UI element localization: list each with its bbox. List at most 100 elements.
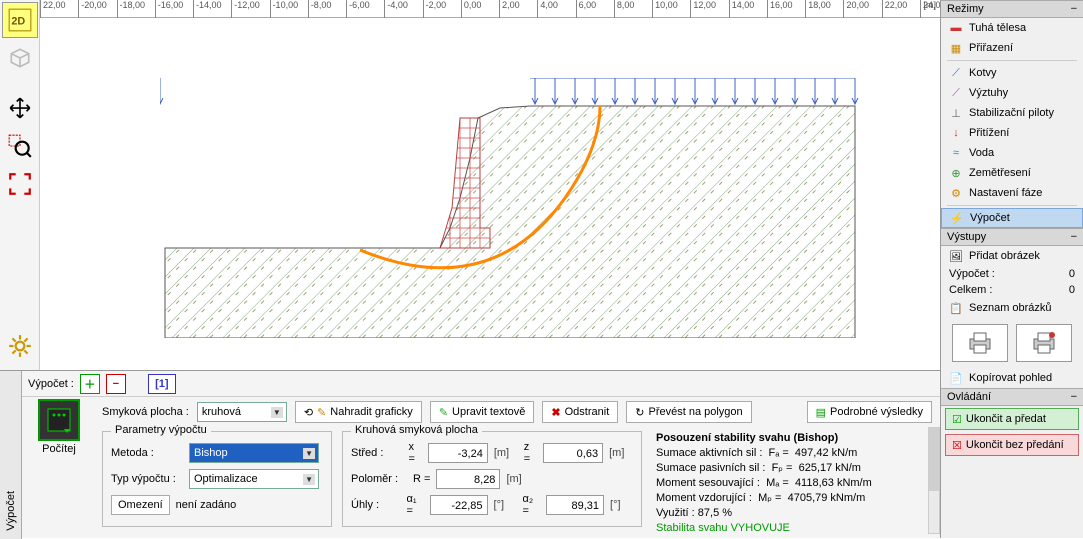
add-image-button[interactable]: 🖼 Přidat obrázek	[941, 246, 1083, 266]
mode-item-6[interactable]: ≈Voda	[941, 143, 1083, 163]
view-3d-button[interactable]	[2, 40, 38, 76]
ruler-tick: 22,00	[40, 0, 66, 18]
mode-item-1[interactable]: ▦ Přiřazení	[941, 38, 1083, 58]
method-label: Metoda :	[111, 447, 183, 459]
detail-results-button[interactable]: ▤Podrobné výsledky	[807, 401, 932, 423]
copy-view-label: Kopírovat pohled	[969, 372, 1052, 384]
remove-button[interactable]: ✖Odstranit	[542, 401, 618, 423]
zoom-button[interactable]	[2, 128, 38, 164]
remove-calc-button[interactable]: −	[106, 374, 126, 394]
ruler-tick: -18,00	[117, 0, 146, 18]
pencil-icon: ✎	[317, 406, 326, 419]
mode-item-4[interactable]: ⊥ Stabilizační piloty	[941, 103, 1083, 123]
finish-ok-button[interactable]: ☑ Ukončit a předat	[945, 408, 1079, 430]
x-input[interactable]: -3,24	[428, 443, 488, 463]
convert-polygon-button[interactable]: ↻Převést na polygon	[626, 401, 751, 423]
mode-icon: ⊥	[949, 106, 963, 120]
ruler: [m] 22,00-20,00-18,00-16,00-14,00-12,00-…	[40, 0, 940, 18]
mode-label: Stabilizační piloty	[969, 107, 1054, 119]
ruler-tick: -6,00	[346, 0, 370, 18]
mode-item-3[interactable]: ⟋ Výztuhy	[941, 83, 1083, 103]
image-list-button[interactable]: 📋 Seznam obrázků	[941, 298, 1083, 318]
angles-label: Úhly :	[351, 499, 401, 511]
a1-input[interactable]: -22,85	[430, 495, 488, 515]
drawing-canvas[interactable]	[40, 18, 940, 368]
method-combo[interactable]: Bishop	[189, 443, 319, 463]
scrollbar[interactable]	[928, 427, 940, 534]
print-color-button[interactable]	[1016, 324, 1072, 362]
edit-text-button[interactable]: ✎Upravit textově	[430, 401, 535, 423]
ruler-tick: 4,00	[537, 0, 558, 18]
collapse-icon[interactable]: −	[1071, 3, 1077, 15]
mode-label: Výpočet	[970, 212, 1010, 224]
ruler-tick: 10,00	[652, 0, 678, 18]
calc-count-row: Výpočet : 0	[941, 266, 1083, 282]
modes-title: Režimy	[947, 3, 984, 15]
ruler-tick: -2,00	[423, 0, 447, 18]
results-status: Stabilita svahu VYHOVUJE	[656, 521, 936, 536]
mode-label: Přiřazení	[969, 42, 1013, 54]
ruler-tick: -16,00	[155, 0, 184, 18]
collapse-icon[interactable]: −	[1071, 391, 1077, 403]
settings-button[interactable]	[2, 328, 38, 364]
ruler-tick: -10,00	[270, 0, 299, 18]
ruler-tick: 14,00	[729, 0, 755, 18]
finish-cancel-button[interactable]: ☒ Ukončit bez předání	[945, 434, 1079, 456]
mode-item-9[interactable]: ⚡Výpočet	[941, 208, 1083, 228]
image-list-label: Seznam obrázků	[969, 302, 1052, 314]
fit-button[interactable]	[2, 166, 38, 202]
r-input[interactable]: 8,28	[436, 469, 500, 489]
check-icon: ☑	[952, 413, 962, 426]
z-input[interactable]: 0,63	[543, 443, 603, 463]
calc-bar: Výpočet : ＋ − [1]	[22, 371, 940, 397]
finish-ok-label: Ukončit a předat	[966, 413, 1046, 425]
finish-cancel-label: Ukončit bez předání	[966, 439, 1064, 451]
left-toolbar: 2D	[0, 0, 40, 370]
mode-icon: ▦	[949, 41, 963, 55]
r-label: R =	[413, 473, 430, 485]
ruler-tick: 0,00	[461, 0, 482, 18]
ruler-tick: 6,00	[576, 0, 597, 18]
a2-input[interactable]: 89,31	[546, 495, 604, 515]
ruler-tick: -12,00	[231, 0, 260, 18]
mode-label: Tuhá tělesa	[969, 22, 1026, 34]
total-count-label: Celkem :	[949, 284, 992, 296]
mode-label: Voda	[969, 147, 994, 159]
center-label: Střed :	[351, 447, 402, 459]
pan-button[interactable]	[2, 90, 38, 126]
right-panel: Režimy − ▬Tuhá tělesa▦Přiřazení⟋Kotvy⟋Vý…	[940, 0, 1083, 538]
replace-graph-button[interactable]: ⟲✎Nahradit graficky	[295, 401, 422, 423]
x-label: x =	[408, 441, 422, 465]
mode-item-7[interactable]: ⊕Zemětřesení	[941, 163, 1083, 183]
view-2d-button[interactable]: 2D	[2, 2, 38, 38]
calc-tab-1[interactable]: [1]	[148, 374, 176, 394]
copy-view-button[interactable]: 📄 Kopírovat pohled	[941, 368, 1083, 388]
total-count-value: 0	[1069, 284, 1075, 296]
results-box: Posouzení stability svahu (Bishop) Sumac…	[656, 431, 936, 536]
collapse-icon[interactable]: −	[1071, 231, 1077, 243]
mode-label: Výztuhy	[969, 87, 1008, 99]
mode-item-5[interactable]: ↓Přitížení	[941, 123, 1083, 143]
calc-type-combo[interactable]: Optimalizace	[189, 469, 319, 489]
mode-icon: ⟋	[949, 66, 963, 80]
calculate-button[interactable]: Počítej	[30, 399, 88, 455]
limits-status: není zadáno	[176, 499, 237, 511]
add-image-label: Přidat obrázek	[969, 250, 1040, 262]
print-button[interactable]	[952, 324, 1008, 362]
pencil-icon: ✎	[439, 406, 448, 419]
mode-icon: ⊕	[949, 166, 963, 180]
mode-item-2[interactable]: ⟋Kotvy	[941, 63, 1083, 83]
slip-circle-title: Kruhová smyková plocha	[351, 424, 482, 436]
ruler-tick: 22,00	[882, 0, 908, 18]
results-title: Posouzení stability svahu (Bishop)	[656, 432, 838, 444]
slip-surface-combo[interactable]: kruhová	[197, 402, 287, 422]
limits-button[interactable]: Omezení	[111, 495, 170, 515]
add-image-icon: 🖼	[949, 249, 963, 263]
mode-icon: ⟋	[949, 86, 963, 100]
add-calc-button[interactable]: ＋	[80, 374, 100, 394]
outputs-header: Výstupy −	[941, 228, 1083, 246]
calc-count-label: Výpočet :	[949, 268, 995, 280]
mode-item-0[interactable]: ▬Tuhá tělesa	[941, 18, 1083, 38]
list-icon: ▤	[816, 406, 826, 419]
mode-item-8[interactable]: ⚙Nastavení fáze	[941, 183, 1083, 203]
